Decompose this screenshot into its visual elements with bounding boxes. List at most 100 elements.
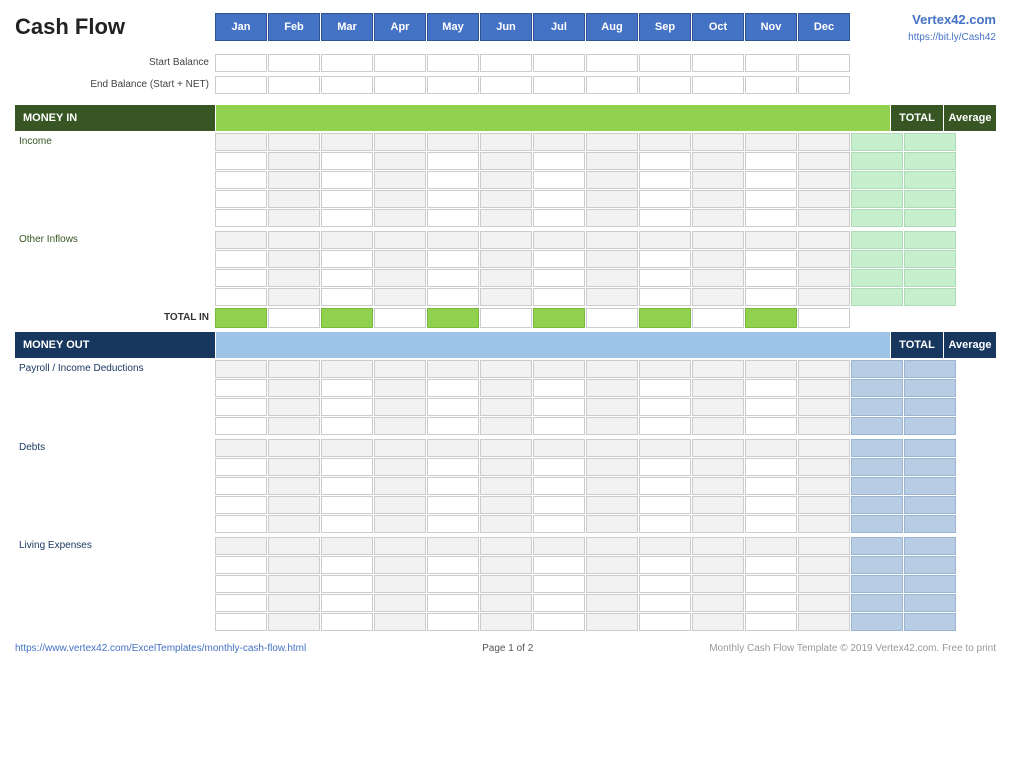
cell[interactable] xyxy=(639,76,691,94)
cell[interactable] xyxy=(374,537,426,555)
cell[interactable] xyxy=(745,537,797,555)
cell[interactable] xyxy=(427,496,479,514)
cell[interactable] xyxy=(692,76,744,94)
cell[interactable] xyxy=(533,288,585,306)
cell[interactable] xyxy=(215,515,267,533)
cell[interactable] xyxy=(586,269,638,287)
cell[interactable] xyxy=(427,458,479,476)
cell[interactable] xyxy=(321,575,373,593)
cell[interactable] xyxy=(268,133,320,151)
cell[interactable] xyxy=(215,496,267,514)
cell[interactable] xyxy=(480,269,532,287)
cell[interactable] xyxy=(851,477,903,495)
cell[interactable] xyxy=(480,288,532,306)
cell[interactable] xyxy=(639,594,691,612)
cell[interactable] xyxy=(798,575,850,593)
cell[interactable] xyxy=(904,209,956,227)
cell[interactable] xyxy=(427,308,479,328)
cell[interactable] xyxy=(586,171,638,189)
cell[interactable] xyxy=(586,76,638,94)
cell[interactable] xyxy=(904,250,956,268)
cell[interactable] xyxy=(268,152,320,170)
cell[interactable] xyxy=(586,250,638,268)
cell[interactable] xyxy=(215,379,267,397)
cell[interactable] xyxy=(851,458,903,476)
cell[interactable] xyxy=(480,477,532,495)
cell[interactable] xyxy=(798,477,850,495)
cell[interactable] xyxy=(798,54,850,72)
cell[interactable] xyxy=(321,458,373,476)
cell[interactable] xyxy=(215,171,267,189)
cell[interactable] xyxy=(427,360,479,378)
cell[interactable] xyxy=(639,133,691,151)
cell[interactable] xyxy=(374,288,426,306)
cell[interactable] xyxy=(374,76,426,94)
cell[interactable] xyxy=(480,360,532,378)
tab-dec[interactable]: Dec xyxy=(798,13,850,41)
cell[interactable] xyxy=(692,360,744,378)
cell[interactable] xyxy=(480,575,532,593)
cell[interactable] xyxy=(480,398,532,416)
cell[interactable] xyxy=(480,133,532,151)
cell[interactable] xyxy=(639,575,691,593)
cell[interactable] xyxy=(798,76,850,94)
cell[interactable] xyxy=(215,152,267,170)
cell[interactable] xyxy=(427,594,479,612)
cell[interactable] xyxy=(533,556,585,574)
cell[interactable] xyxy=(904,439,956,457)
cell[interactable] xyxy=(639,54,691,72)
cell[interactable] xyxy=(798,360,850,378)
cell[interactable] xyxy=(215,308,267,328)
cell[interactable] xyxy=(268,594,320,612)
cell[interactable] xyxy=(427,477,479,495)
cell[interactable] xyxy=(904,360,956,378)
cell[interactable] xyxy=(480,417,532,435)
cell[interactable] xyxy=(533,458,585,476)
cell[interactable] xyxy=(692,288,744,306)
cell[interactable] xyxy=(268,556,320,574)
cell[interactable] xyxy=(851,515,903,533)
cell[interactable] xyxy=(268,360,320,378)
cell[interactable] xyxy=(798,398,850,416)
cell[interactable] xyxy=(692,477,744,495)
cell[interactable] xyxy=(586,556,638,574)
cell[interactable] xyxy=(480,556,532,574)
cell[interactable] xyxy=(427,209,479,227)
cell[interactable] xyxy=(427,556,479,574)
cell[interactable] xyxy=(215,556,267,574)
cell[interactable] xyxy=(904,171,956,189)
cell[interactable] xyxy=(851,171,903,189)
cell[interactable] xyxy=(904,379,956,397)
cell[interactable] xyxy=(268,398,320,416)
cell[interactable] xyxy=(904,231,956,249)
cell[interactable] xyxy=(798,613,850,631)
cell[interactable] xyxy=(798,308,850,328)
tab-mar[interactable]: Mar xyxy=(321,13,373,41)
cell[interactable] xyxy=(374,379,426,397)
cell[interactable] xyxy=(215,477,267,495)
cell[interactable] xyxy=(904,537,956,555)
cell[interactable] xyxy=(851,398,903,416)
cell[interactable] xyxy=(321,288,373,306)
cell[interactable] xyxy=(586,360,638,378)
cell[interactable] xyxy=(692,594,744,612)
cell[interactable] xyxy=(745,152,797,170)
cell[interactable] xyxy=(480,458,532,476)
cell[interactable] xyxy=(745,76,797,94)
cell[interactable] xyxy=(851,209,903,227)
cell[interactable] xyxy=(533,190,585,208)
cell[interactable] xyxy=(268,308,320,328)
cell[interactable] xyxy=(639,458,691,476)
cell[interactable] xyxy=(321,515,373,533)
cell[interactable] xyxy=(215,417,267,435)
cell[interactable] xyxy=(745,515,797,533)
cell[interactable] xyxy=(215,133,267,151)
cell[interactable] xyxy=(745,231,797,249)
cell[interactable] xyxy=(692,379,744,397)
cell[interactable] xyxy=(427,575,479,593)
cell[interactable] xyxy=(639,515,691,533)
cell[interactable] xyxy=(427,269,479,287)
cell[interactable] xyxy=(851,231,903,249)
cell[interactable] xyxy=(374,575,426,593)
cell[interactable] xyxy=(586,190,638,208)
